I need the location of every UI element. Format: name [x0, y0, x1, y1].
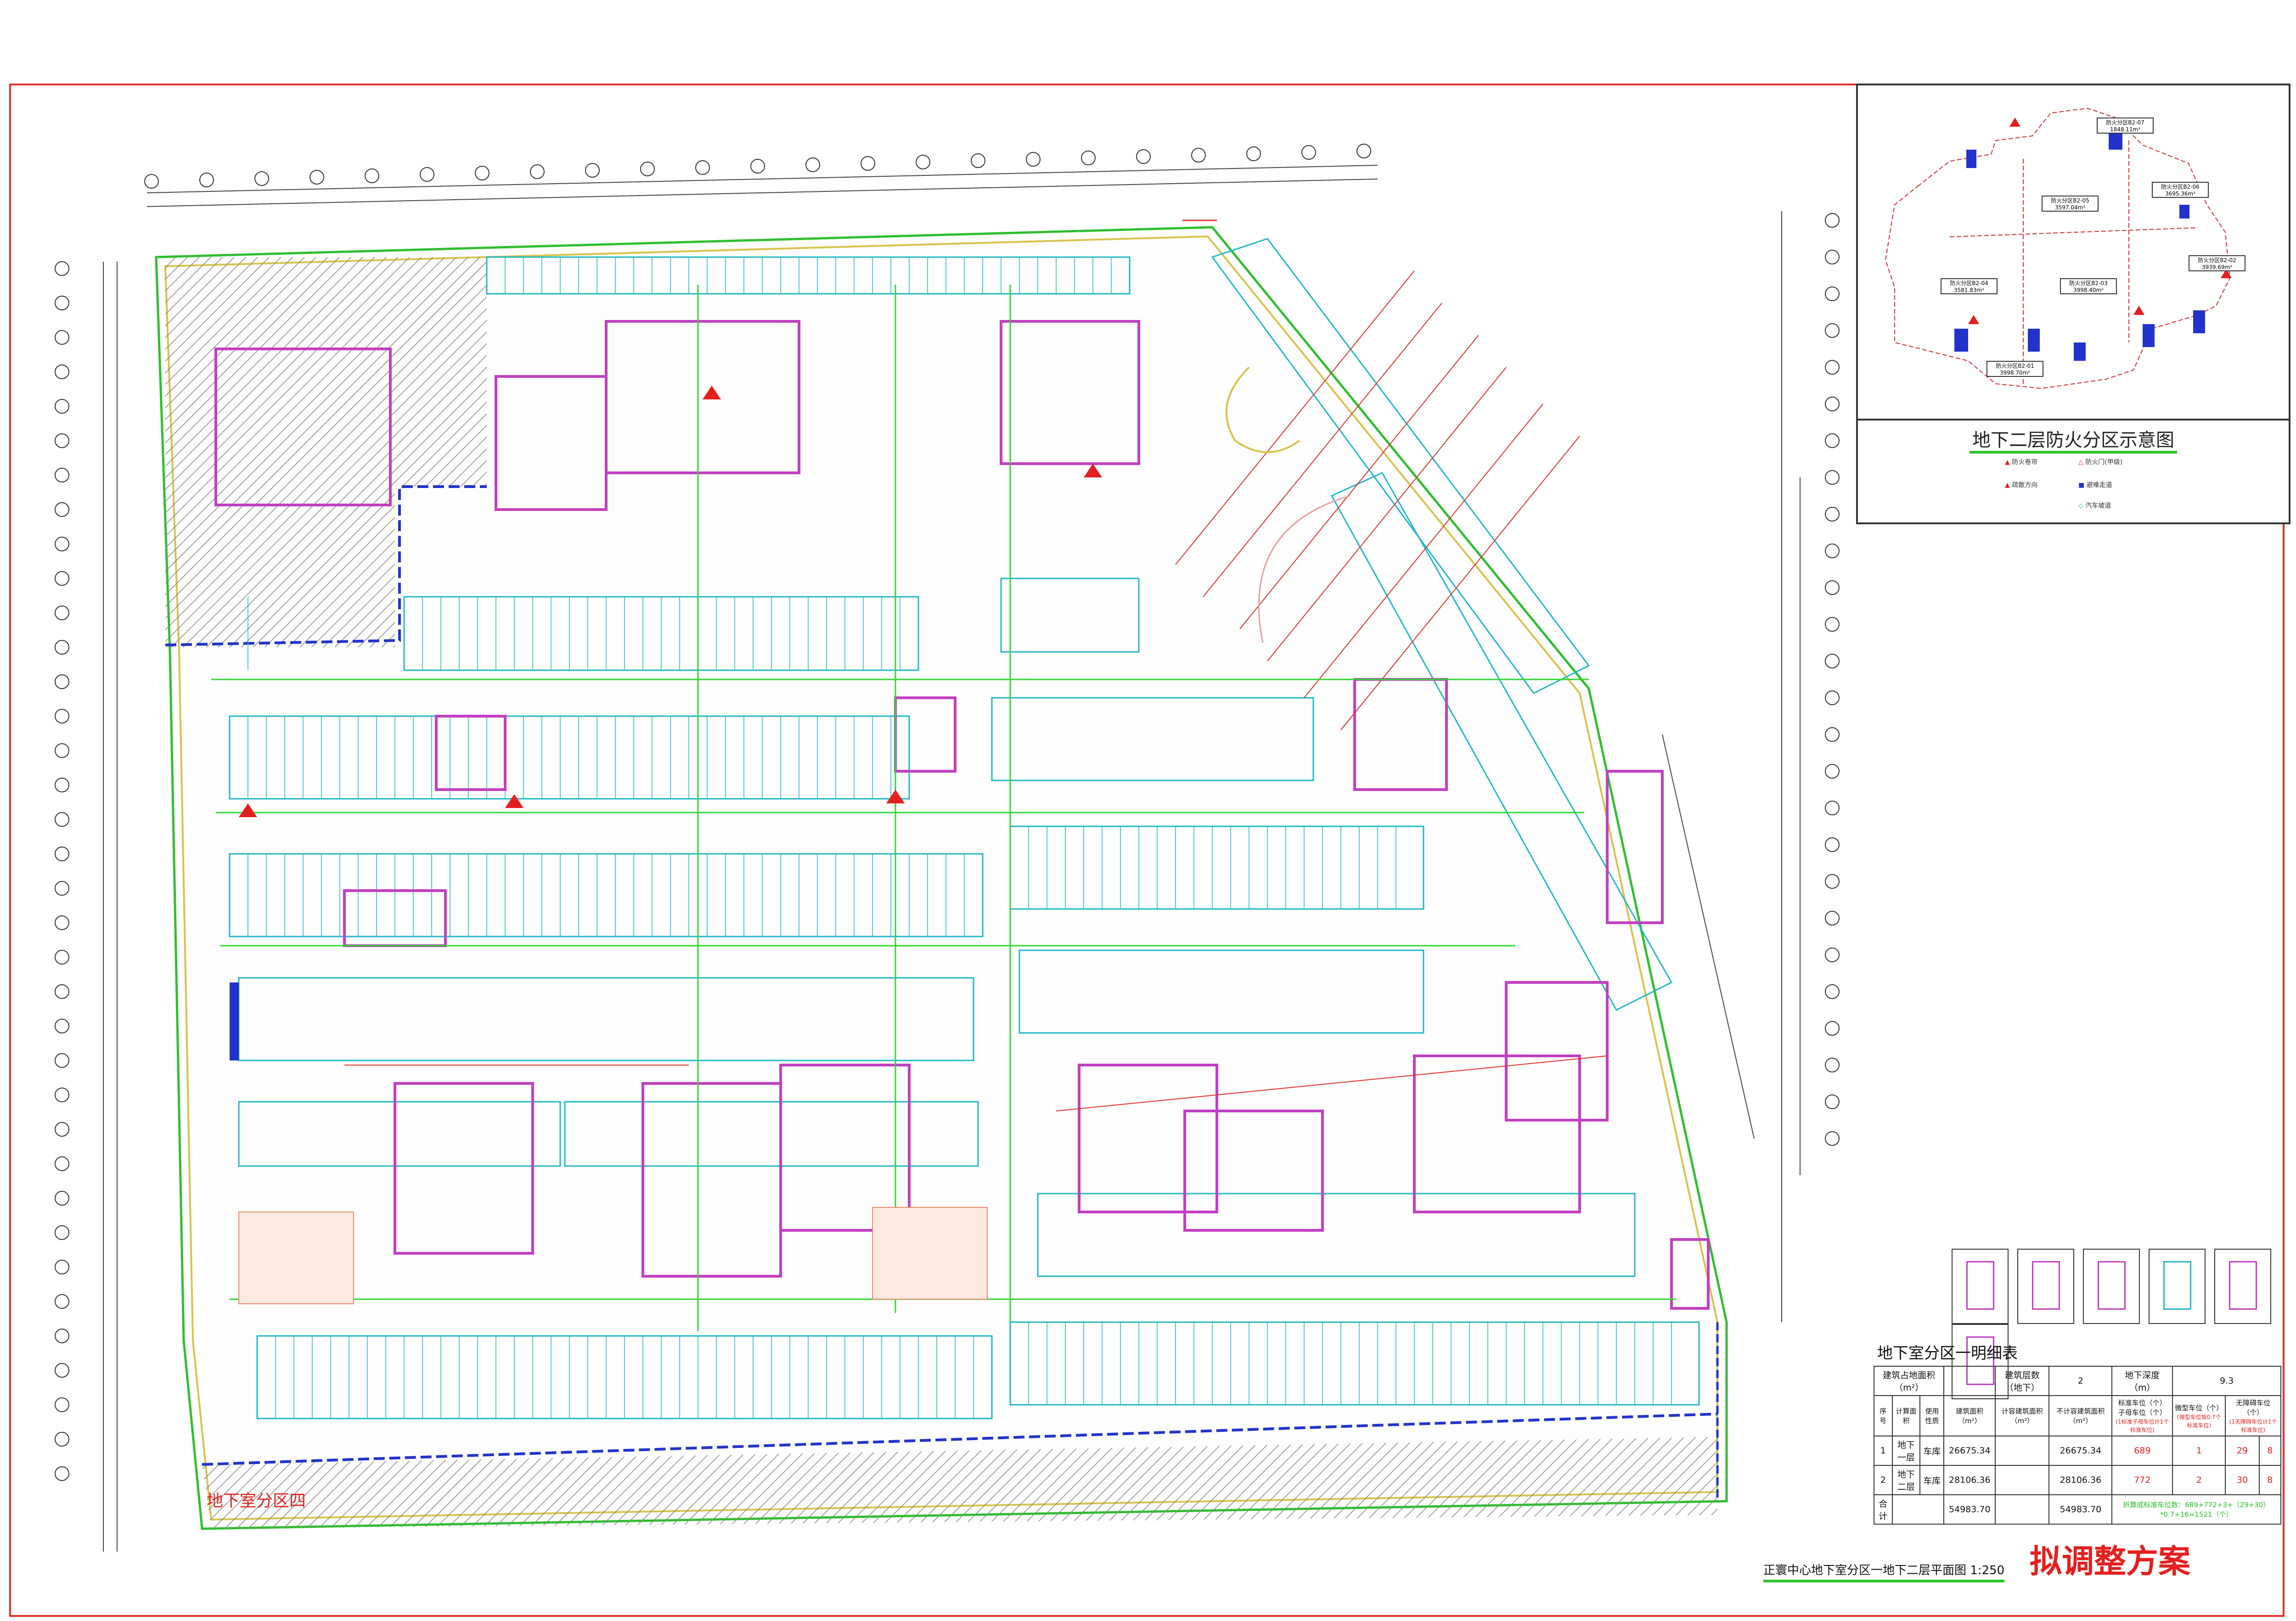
legend-label: 防火卷帘	[2012, 459, 2038, 466]
table-header: 无障碍车位（个） (1无障碍车位计1个标准车位)	[2225, 1395, 2281, 1436]
keyplan-zone-name: 防火分区B2-03	[2069, 280, 2108, 286]
floors-value: 2	[2048, 1366, 2113, 1396]
table-header: 标准车位（个） 子母车位（个） (1标准子母车位计1个标准车位)	[2111, 1395, 2173, 1436]
keyplan-zone-area: 3939.69m²	[2201, 264, 2233, 270]
detail-table-title: 地下室分区一明细表	[1877, 1344, 2018, 1363]
table-header: 使用性质	[1919, 1395, 1945, 1436]
table-row: 2 地下二层 车库 28106.36 28106.36 772 2 30 8	[1874, 1465, 2282, 1495]
legend-label: 避难走道	[2086, 482, 2112, 489]
keyplan-zone-area: 3597.04m²	[2054, 204, 2086, 211]
keyplan-zone-area: 3695.36m²	[2165, 191, 2196, 197]
keyplan-zone-area: 1848.11m²	[2110, 126, 2141, 133]
table-header: 建筑面积（m²）	[1943, 1395, 1996, 1436]
depth-label: 地下深度（m）	[2111, 1366, 2173, 1396]
keyplan-zone-name: 防火分区B2-07	[2106, 119, 2144, 126]
keyplan-zone-name: 防火分区B2-04	[1950, 280, 1988, 286]
table-header: 微型车位（个） (微型车位按0.7个标准车位)	[2172, 1395, 2226, 1436]
keyplan-zone-area: 3998.40m²	[2073, 287, 2104, 293]
keyplan-zone-name: 防火分区B2-01	[1996, 363, 2034, 369]
keyplan-zone-area: 3581.83m²	[1953, 287, 1985, 293]
keyplan-zone-area: 3998.70m²	[1999, 370, 2031, 376]
floors-label: 建筑层数（地下）	[1995, 1366, 2050, 1396]
zone-label: 地下室分区四	[207, 1492, 306, 1510]
legend-label: 防火门(甲级)	[2085, 459, 2123, 466]
detail-table: 建筑占地面积（m²） 建筑层数（地下） 2 地下深度（m） 9.3 序号 计算面…	[1873, 1366, 2282, 1525]
table-total-row: 合计 54983.70 54983.70 折算成标准车位数：689+772+3+…	[1874, 1494, 2281, 1525]
table-row: 1 地下一层 车库 26675.34 26675.34 689 1 29 8	[1874, 1436, 2282, 1466]
table-header: 不计容建筑面积（m²）	[2048, 1395, 2113, 1436]
legend-label: 疏散方向	[2012, 482, 2038, 489]
land-area-label: 建筑占地面积（m²）	[1873, 1366, 1945, 1396]
keyplan-drawing	[1885, 107, 2232, 389]
drawing-caption: 正寰中心地下室分区一地下二层平面图 1:250	[1763, 1561, 2005, 1582]
fire-zone-keyplan: 防火分区B2-07 1848.11m² 防火分区B2-06 3695.36m² …	[1856, 84, 2290, 524]
keyplan-zone-name: 防火分区B2-06	[2161, 184, 2200, 190]
keyplan-zone-name: 防火分区B2-05	[2051, 197, 2089, 204]
table-header: 计算面积	[1891, 1395, 1921, 1436]
keyplan-title: 地下二层防火分区示意图	[1970, 430, 2177, 454]
keyplan-zone-name: 防火分区B2-02	[2198, 257, 2236, 264]
table-header: 计容建筑面积（m²）	[1995, 1395, 2050, 1436]
legend-label: 汽车坡道	[2085, 502, 2111, 510]
detail-table-block: 地下室分区一明细表 建筑占地面积（m²） 建筑层数（地下） 2 地下深度（m） …	[1873, 1341, 2287, 1525]
table-header: 序号	[1874, 1395, 1893, 1436]
depth-value: 9.3	[2172, 1366, 2281, 1396]
proposal-stamp: 拟调整方案	[2030, 1542, 2190, 1580]
hatched-area-top-left	[165, 257, 487, 487]
